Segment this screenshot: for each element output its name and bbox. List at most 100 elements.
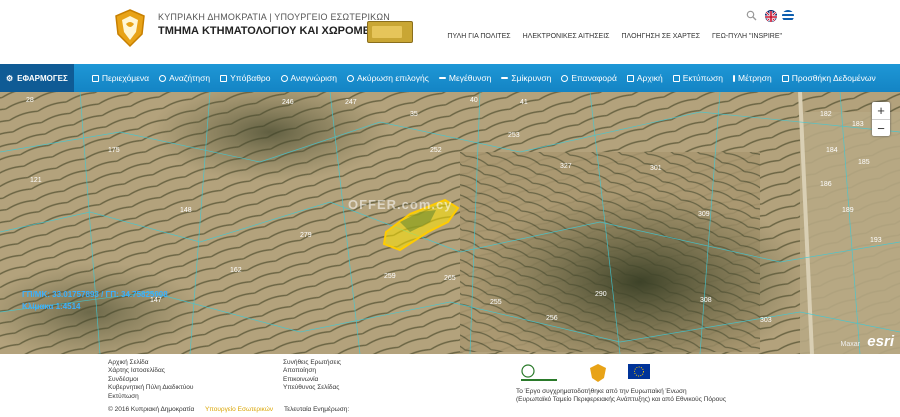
minus-icon bbox=[501, 77, 509, 79]
parcel-label: 255 bbox=[490, 299, 502, 306]
list-icon bbox=[91, 74, 99, 82]
parcel-label: 309 bbox=[698, 211, 710, 218]
funding-logos bbox=[521, 364, 650, 382]
parcel-label: 246 bbox=[282, 99, 294, 106]
map-imagery: 28 247 246 253 279 255 256 290 308 309 3… bbox=[0, 92, 900, 354]
footer-link-page-owner[interactable]: Υπεύθυνος Σελίδας bbox=[283, 384, 341, 392]
parcel-label: 327 bbox=[560, 163, 572, 170]
parcel-label: 175 bbox=[108, 147, 120, 154]
coordinate-readout: ΓΠ/ΜΚ: 33.01757893 / ΓΠ: 34.75825008 bbox=[22, 290, 168, 299]
satellite-map[interactable]: 28 247 246 253 279 255 256 290 308 309 3… bbox=[0, 92, 900, 354]
zoom-in-button[interactable]: + bbox=[872, 102, 890, 119]
add-data-icon bbox=[781, 74, 789, 82]
parcel-label: 265 bbox=[444, 275, 456, 282]
footer-links-col2: Συνήθεις Ερωτήσεις Αποποίηση Επικοινωνία… bbox=[283, 359, 341, 393]
parcel-label: 121 bbox=[30, 177, 42, 184]
maxar-attribution: Maxar bbox=[840, 341, 860, 348]
parcel-label: 256 bbox=[546, 315, 558, 322]
ministry-link[interactable]: Υπουργείο Εσωτερικών bbox=[205, 406, 273, 413]
nav-e-applications[interactable]: ΗΛΕΚΤΡΟΝΙΚΕΣ ΑΙΤΗΣΕΙΣ bbox=[523, 33, 610, 40]
tool-clear-selection[interactable]: Ακύρωση επιλογής bbox=[347, 73, 429, 83]
map-zoom-control: + − bbox=[872, 102, 890, 136]
tool-zoom-out[interactable]: Σμίκρυνση bbox=[501, 73, 551, 83]
parcel-label: 148 bbox=[180, 207, 192, 214]
eu-flag-icon bbox=[628, 364, 650, 379]
applications-menu-button[interactable]: ⚙ ΕΦΑΡΜΟΓΕΣ bbox=[0, 64, 74, 92]
parcel-label: 184 bbox=[826, 147, 838, 154]
footer-link-disclaimer[interactable]: Αποποίηση bbox=[283, 367, 341, 375]
eu-funding-note: Το Έργο συγχρηματοδοτήθηκε από την Ευρωπ… bbox=[516, 388, 726, 403]
tool-identify[interactable]: Αναγνώριση bbox=[280, 73, 337, 83]
search-icon[interactable] bbox=[746, 10, 757, 21]
government-line: ΚΥΠΡΙΑΚΗ ΔΗΜΟΚΡΑΤΙΑ | ΥΠΟΥΡΓΕΙΟ ΕΣΩΤΕΡΙΚ… bbox=[158, 12, 390, 22]
parcel-label: 182 bbox=[820, 111, 832, 118]
department-badge-logo bbox=[367, 21, 413, 43]
parcel-label: 252 bbox=[430, 147, 442, 154]
apps-label: ΕΦΑΡΜΟΓΕΣ bbox=[17, 73, 68, 83]
parcel-label: 162 bbox=[230, 267, 242, 274]
tool-contents[interactable]: Περιεχόμενα bbox=[91, 73, 149, 83]
footer-link-sitemap[interactable]: Χάρτης Ιστοσελίδας bbox=[108, 367, 193, 375]
greek-flag-icon[interactable] bbox=[782, 10, 794, 22]
parcel-label: 186 bbox=[820, 181, 832, 188]
print-icon bbox=[672, 74, 680, 82]
tool-home[interactable]: Αρχική bbox=[626, 73, 663, 83]
last-updated-text: Τελευταία Ενημέρωση: bbox=[284, 406, 350, 413]
zoom-out-button[interactable]: − bbox=[872, 119, 890, 136]
parcel-label: 301 bbox=[650, 165, 662, 172]
parcel-label: 308 bbox=[700, 297, 712, 304]
parcel-label: 189 bbox=[842, 207, 854, 214]
tool-basemap[interactable]: Υπόβαθρο bbox=[220, 73, 271, 83]
top-navigation: ΠΥΛΗ ΓΙΑ ΠΟΛΙΤΕΣ ΗΛΕΚΤΡΟΝΙΚΕΣ ΑΙΤΗΣΕΙΣ Π… bbox=[447, 33, 782, 40]
parcel-label: 28 bbox=[26, 97, 34, 104]
eu-regional-fund-logo bbox=[521, 364, 557, 381]
reset-icon bbox=[561, 74, 569, 82]
parcel-label: 247 bbox=[345, 99, 357, 106]
parcel-label: 279 bbox=[300, 232, 312, 239]
plus-icon bbox=[438, 77, 446, 79]
nav-map-navigation[interactable]: ΠΛΟΗΓΗΣΗ ΣΕ ΧΑΡΤΕΣ bbox=[622, 33, 701, 40]
search-icon bbox=[159, 74, 167, 82]
english-flag-icon[interactable] bbox=[765, 10, 777, 22]
parcel-label: 41 bbox=[520, 99, 528, 106]
parcel-label: 193 bbox=[870, 237, 882, 244]
toolbar-tools: Περιεχόμενα Αναζήτηση Υπόβαθρο Αναγνώρισ… bbox=[91, 73, 886, 83]
footer-link-contact[interactable]: Επικοινωνία bbox=[283, 376, 341, 384]
ruler-icon bbox=[732, 74, 735, 82]
grid-icon bbox=[220, 74, 228, 82]
parcel-label: 183 bbox=[852, 121, 864, 128]
parcel-label: 253 bbox=[508, 132, 520, 139]
copyright-text: © 2016 Κυπριακή Δημοκρατία bbox=[108, 406, 195, 413]
esri-logo: esri bbox=[867, 333, 894, 350]
site-header: ΚΥΠΡΙΑΚΗ ΔΗΜΟΚΡΑΤΙΑ | ΥΠΟΥΡΓΕΙΟ ΕΣΩΤΕΡΙΚ… bbox=[0, 0, 900, 62]
tool-zoom-in[interactable]: Μεγέθυνση bbox=[438, 73, 491, 83]
info-icon bbox=[280, 74, 288, 82]
site-footer: Αρχική Σελίδα Χάρτης Ιστοσελίδας Συνδέσμ… bbox=[0, 354, 900, 417]
footer-link-gov-portal[interactable]: Κυβερνητική Πύλη Διαδικτύου bbox=[108, 384, 193, 392]
parcel-label: 40 bbox=[470, 97, 478, 104]
footer-link-print[interactable]: Εκτύπωση bbox=[108, 393, 193, 401]
tool-print[interactable]: Εκτύπωση bbox=[672, 73, 723, 83]
apps-icon: ⚙ bbox=[6, 73, 14, 83]
nav-inspire-geoportal[interactable]: ΓΕΩ-ΠΥΛΗ "INSPIRE" bbox=[712, 33, 782, 40]
tool-add-data[interactable]: Προσθήκη Δεδομένων bbox=[781, 73, 876, 83]
parcel-label: 303 bbox=[760, 317, 772, 324]
cancel-icon bbox=[347, 74, 355, 82]
cyprus-crest-logo bbox=[115, 9, 145, 48]
watermark-text: OFFER.com.cy bbox=[348, 197, 453, 212]
footer-link-links[interactable]: Συνδέσμοι bbox=[108, 376, 193, 384]
parcel-label: 35 bbox=[410, 111, 418, 118]
parcel-label: 259 bbox=[384, 273, 396, 280]
tool-search[interactable]: Αναζήτηση bbox=[159, 73, 210, 83]
parcel-label: 185 bbox=[858, 159, 870, 166]
footer-links-col1: Αρχική Σελίδα Χάρτης Ιστοσελίδας Συνδέσμ… bbox=[108, 359, 193, 401]
parcel-label: 290 bbox=[595, 291, 607, 298]
scale-readout: Κλίμακα 1:4514 bbox=[22, 302, 81, 311]
home-icon bbox=[626, 74, 634, 82]
tool-measure[interactable]: Μέτρηση bbox=[732, 73, 772, 83]
cyprus-republic-logo bbox=[590, 364, 606, 382]
tool-reset[interactable]: Επαναφορά bbox=[561, 73, 617, 83]
department-title: ΤΜΗΜΑ ΚΤΗΜΑΤΟΛΟΓΙΟΥ ΚΑΙ ΧΩΡΟΜΕΤΡΙΑΣ bbox=[158, 25, 402, 37]
nav-citizens-portal[interactable]: ΠΥΛΗ ΓΙΑ ΠΟΛΙΤΕΣ bbox=[447, 33, 510, 40]
map-toolbar: ⚙ ΕΦΑΡΜΟΓΕΣ Περιεχόμενα Αναζήτηση Υπόβαθ… bbox=[0, 64, 900, 92]
